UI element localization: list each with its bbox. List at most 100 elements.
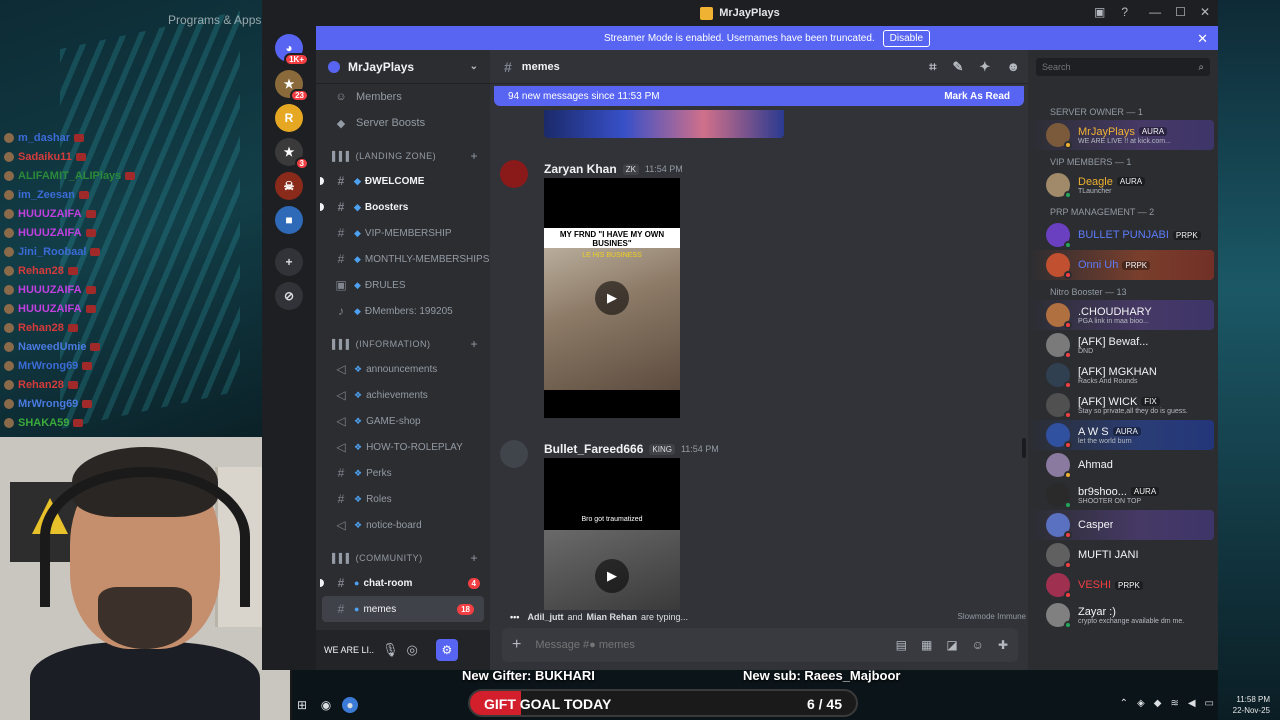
server-icon[interactable]: R xyxy=(275,104,303,132)
sidebar-item-members[interactable]: ☺ Members xyxy=(316,84,490,110)
sidebar-item-server-boosts[interactable]: ◆ Server Boosts xyxy=(316,110,490,136)
browser-icon[interactable]: ● xyxy=(342,697,358,713)
explore-icon[interactable]: ⊘ xyxy=(275,282,303,310)
chat-scrollbar[interactable] xyxy=(1022,438,1026,458)
play-icon[interactable]: ▶ xyxy=(595,281,629,315)
minimize-icon[interactable]: — xyxy=(1149,5,1161,19)
member-item[interactable]: MrJayPlays AURA WE ARE LIVE !! at kick.com… xyxy=(1028,120,1214,150)
channel-item[interactable]: # ❖ Perks xyxy=(316,460,490,486)
avatar[interactable] xyxy=(500,160,528,188)
channel-item[interactable]: # ● chat-room 4 xyxy=(316,570,490,596)
channel-item[interactable]: # ◆ ĐWELCOME xyxy=(316,168,490,194)
stream-chat-overlay: m_dashar Sadaiku11 ALIFAMIT_ALIPlays im_Zee… xyxy=(0,128,262,432)
channel-item[interactable]: # ◆ Boosters xyxy=(316,194,490,220)
sticker-icon[interactable]: ◪ xyxy=(946,638,957,652)
channel-item[interactable]: # ◆ MONTHLY-MEMBERSHIPS xyxy=(316,246,490,272)
gift-icon[interactable]: ▤ xyxy=(896,638,907,652)
member-role-badge: PRPK xyxy=(1115,580,1143,590)
new-messages-bar[interactable]: 94 new messages since 11:53 PM Mark As R… xyxy=(494,86,1024,106)
server-icon[interactable]: ☠ xyxy=(275,172,303,200)
member-item[interactable]: A W S AURA let the world burn xyxy=(1028,420,1214,450)
avatar[interactable] xyxy=(500,440,528,468)
video-attachment[interactable]: Bro got traumatized ▶ xyxy=(544,458,680,610)
gif-icon[interactable]: ▦ xyxy=(921,638,932,652)
message-input[interactable] xyxy=(535,639,856,651)
mark-as-read-button[interactable]: Mark As Read xyxy=(944,91,1010,102)
attach-plus-icon[interactable]: + xyxy=(512,636,521,654)
channel-item[interactable]: # ● memes 18 xyxy=(322,596,484,622)
headphones-icon[interactable]: ◎ xyxy=(407,642,418,658)
taskbar: ⊞ ◉ ● ⌃ ◈ ◆ ≋ ◀ ▭ 11:58 PM 22-Nov-25 xyxy=(292,690,1280,720)
member-name: Ahmad xyxy=(1078,459,1113,471)
message-author[interactable]: Zaryan Khan xyxy=(544,162,617,176)
clock[interactable]: 11:58 PM 22-Nov-25 xyxy=(1233,694,1270,716)
notification-bell-icon[interactable]: ✎ xyxy=(953,59,964,75)
tray-app-icon[interactable]: ◆ xyxy=(1154,698,1162,709)
tray-chevron-icon[interactable]: ⌃ xyxy=(1120,698,1128,709)
inbox-icon[interactable]: ▣ xyxy=(1094,5,1105,19)
server-icon[interactable]: ■ xyxy=(275,206,303,234)
channel-item[interactable]: ▣ ◆ ĐRULES xyxy=(316,272,490,298)
disable-streamer-mode-button[interactable]: Disable xyxy=(882,29,931,47)
server-icon[interactable]: ★ 23 xyxy=(275,70,309,102)
obs-icon[interactable]: ◉ xyxy=(318,697,334,713)
category-header[interactable]: ▌▌▌ (COMMUNITY) + xyxy=(316,546,490,570)
create-channel-icon[interactable]: + xyxy=(470,551,478,565)
maximize-icon[interactable]: ☐ xyxy=(1175,5,1186,19)
play-icon[interactable]: ▶ xyxy=(595,559,629,593)
channel-item[interactable]: # ❖ Roles xyxy=(316,486,490,512)
message-author[interactable]: Bullet_Fareed666 xyxy=(544,442,643,456)
server-icon[interactable]: ★ 3 xyxy=(275,138,309,170)
add-server-icon[interactable]: + xyxy=(275,248,303,276)
previous-attachment[interactable] xyxy=(544,110,784,138)
member-item[interactable]: VESHI PRPK xyxy=(1028,570,1218,600)
channel-item[interactable]: ◁ ❖ notice-board xyxy=(316,512,490,538)
member-item[interactable]: .CHOUDHARY PGA link in maa bioo... xyxy=(1028,300,1214,330)
member-item[interactable]: Ahmad xyxy=(1028,450,1218,480)
member-item[interactable]: [AFK] MGKHAN Racks And Rounds xyxy=(1028,360,1218,390)
member-item[interactable]: BULLET PUNJABI PRPK xyxy=(1028,220,1218,250)
help-icon[interactable]: ? xyxy=(1121,5,1128,19)
search-input[interactable] xyxy=(1042,62,1182,72)
close-window-icon[interactable]: ✕ xyxy=(1200,5,1210,19)
server-header[interactable]: MrJayPlays ⌄ xyxy=(316,50,490,84)
member-name: VESHI xyxy=(1078,579,1112,591)
settings-gear-icon[interactable]: ⚙ xyxy=(435,639,458,661)
channel-item[interactable]: ♪ ◆ ĐMembers: 199205 xyxy=(316,298,490,324)
member-list-icon[interactable]: ☻ xyxy=(1006,59,1020,75)
create-channel-icon[interactable]: + xyxy=(470,337,478,351)
wifi-icon[interactable]: ≋ xyxy=(1170,698,1178,709)
channel-item[interactable]: ◁ ❖ announcements xyxy=(316,356,490,382)
microphone-icon[interactable]: 🎙 xyxy=(382,642,399,658)
channel-item[interactable]: # ◆ VIP-MEMBERSHIP xyxy=(316,220,490,246)
category-header[interactable]: ▌▌▌ (INFORMATION) + xyxy=(316,332,490,356)
pin-icon[interactable]: ✦ xyxy=(979,59,990,75)
emoji-icon[interactable]: ☺ xyxy=(972,638,984,652)
category-header[interactable]: ▌▌▌ (LANDING ZONE) + xyxy=(316,144,490,168)
volume-icon[interactable]: ◀ xyxy=(1188,698,1196,709)
channel-item[interactable]: ◁ ❖ GAME-shop xyxy=(316,408,490,434)
apps-icon[interactable]: ✚ xyxy=(998,638,1008,652)
start-icon[interactable]: ⊞ xyxy=(294,697,310,713)
member-item[interactable]: Onni Uh PRPK xyxy=(1028,250,1214,280)
battery-icon[interactable]: ▭ xyxy=(1205,698,1214,709)
member-item[interactable]: [AFK] WICK FIX Stay so private,all they do… xyxy=(1028,390,1218,420)
member-item[interactable]: [AFK] Bewaf... DND xyxy=(1028,330,1218,360)
tray-app-icon[interactable]: ◈ xyxy=(1137,698,1145,709)
search-icon[interactable]: ⌕ xyxy=(1198,62,1204,73)
stream-chat-line: Jini_Roobaal xyxy=(0,242,262,261)
member-item[interactable]: br9shoo... AURA SHOOTER ON TOP xyxy=(1028,480,1218,510)
channel-item[interactable]: ◁ ❖ HOW-TO-ROLEPLAY xyxy=(316,434,490,460)
emote-icon xyxy=(85,228,96,237)
member-item[interactable]: Deagle AURA TLauncher xyxy=(1028,170,1218,200)
threads-icon[interactable]: ⌗ xyxy=(929,59,936,75)
video-attachment[interactable]: MY FRND "I HAVE MY OWN BUSINES" LE HIS B… xyxy=(544,178,680,418)
channel-item[interactable]: ◁ ❖ achievements xyxy=(316,382,490,408)
member-status: let the world burn xyxy=(1078,437,1132,445)
create-channel-icon[interactable]: + xyxy=(470,149,478,163)
member-item[interactable]: MUFTI JANI xyxy=(1028,540,1218,570)
close-banner-icon[interactable]: ✕ xyxy=(1197,31,1208,47)
member-item[interactable]: Casper xyxy=(1028,510,1214,540)
member-item[interactable]: Zayar :) crypto exchange available dm me. xyxy=(1028,600,1218,630)
server-icon[interactable]: ◕ 1K+ xyxy=(275,34,309,66)
